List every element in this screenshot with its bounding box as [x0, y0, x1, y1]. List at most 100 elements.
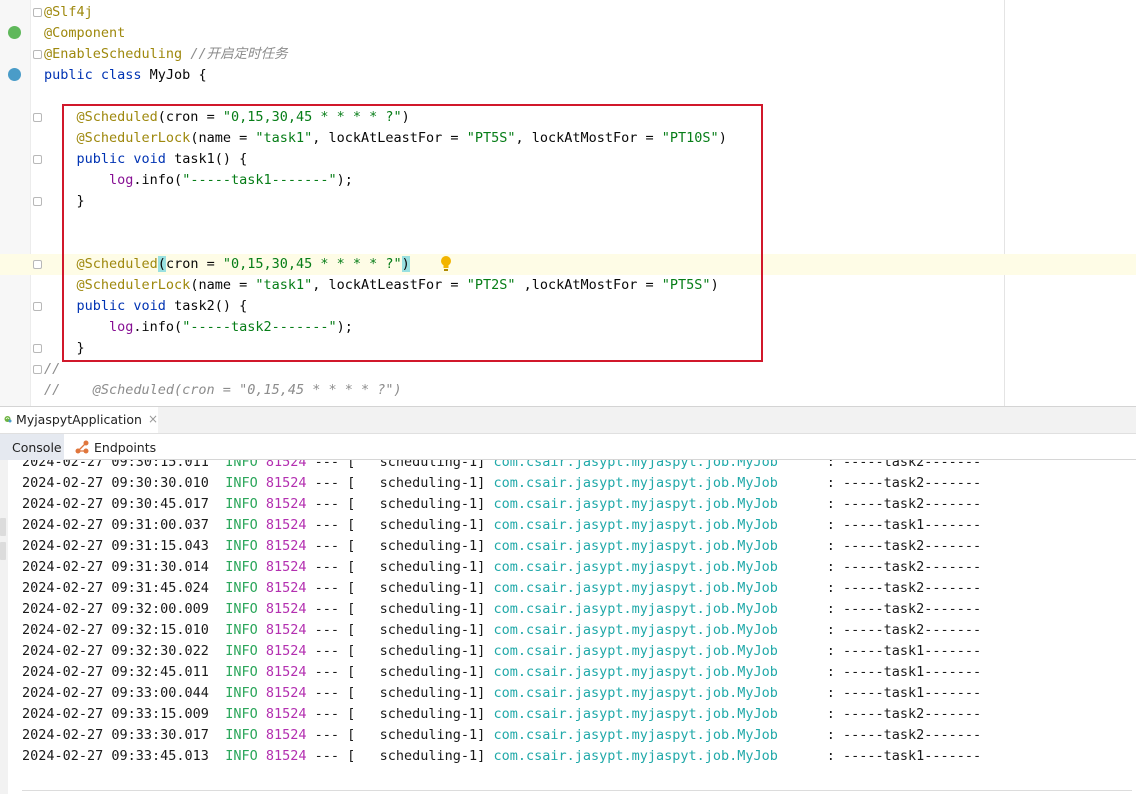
- log-token: ---: [306, 580, 348, 596]
- code-line[interactable]: @Component: [44, 23, 125, 44]
- console-divider: [22, 790, 1132, 791]
- highlight-box: [62, 104, 763, 362]
- fold-marker-icon[interactable]: [33, 8, 42, 17]
- log-line: 2024-02-27 09:31:45.024 INFO 81524 --- […: [22, 578, 981, 599]
- log-token: [ scheduling-1]: [347, 538, 486, 554]
- fold-marker-icon[interactable]: [33, 344, 42, 353]
- log-token: ---: [306, 706, 348, 722]
- log-token: -----task1-------: [842, 643, 982, 659]
- log-token: :: [777, 748, 843, 764]
- log-token: INFO: [225, 538, 258, 554]
- code-token: @Slf4j: [44, 4, 93, 20]
- log-token: 2024-02-27 09:31:45.024: [22, 580, 226, 596]
- log-token: com.csair.jasypt.myjaspyt.job.MyJob: [493, 460, 778, 470]
- log-line: 2024-02-27 09:32:30.022 INFO 81524 --- […: [22, 641, 981, 662]
- log-token: 81524: [265, 496, 307, 512]
- log-token: 2024-02-27 09:31:15.043: [22, 538, 226, 554]
- code-line[interactable]: //: [44, 359, 60, 380]
- log-line: 2024-02-27 09:31:30.014 INFO 81524 --- […: [22, 557, 981, 578]
- log-token: :: [777, 580, 843, 596]
- code-line[interactable]: // @Scheduled(cron = "0,15,45 * * * * ?"…: [44, 380, 402, 401]
- log-token: [ scheduling-1]: [347, 601, 486, 617]
- fold-marker-icon[interactable]: [33, 365, 42, 374]
- log-token: INFO: [225, 685, 258, 701]
- bean-icon[interactable]: [8, 26, 21, 39]
- log-token: ---: [306, 643, 348, 659]
- log-token: :: [777, 496, 843, 512]
- scroll-marker: [0, 518, 6, 536]
- code-token: //: [44, 361, 61, 377]
- log-token: ---: [306, 685, 348, 701]
- log-line: 2024-02-27 09:30:45.017 INFO 81524 --- […: [22, 494, 981, 515]
- log-token: 81524: [265, 685, 307, 701]
- log-token: -----task2-------: [842, 559, 982, 575]
- log-token: INFO: [225, 517, 258, 533]
- console-output[interactable]: 2024-02-27 09:30:15.011 INFO 81524 --- […: [0, 460, 1136, 794]
- log-token: [258, 580, 266, 596]
- log-token: [ scheduling-1]: [347, 559, 486, 575]
- log-token: INFO: [225, 460, 258, 470]
- log-token: 81524: [265, 727, 307, 743]
- code-line[interactable]: @EnableScheduling //开启定时任务: [44, 44, 288, 65]
- code-token: public class: [44, 67, 150, 83]
- log-token: 2024-02-27 09:32:45.011: [22, 664, 226, 680]
- log-token: 2024-02-27 09:33:15.009: [22, 706, 226, 722]
- tab-console[interactable]: Console: [0, 434, 64, 460]
- tab-endpoints[interactable]: Endpoints: [74, 434, 156, 460]
- code-token: @Component: [44, 25, 126, 41]
- tab-endpoints-label: Endpoints: [94, 439, 157, 455]
- log-token: INFO: [225, 601, 258, 617]
- code-line[interactable]: @Slf4j: [44, 2, 93, 23]
- log-token: com.csair.jasypt.myjaspyt.job.MyJob: [493, 664, 778, 680]
- log-token: [ scheduling-1]: [347, 685, 486, 701]
- log-token: 81524: [265, 580, 307, 596]
- fold-marker-icon[interactable]: [33, 197, 42, 206]
- log-line: 2024-02-27 09:31:00.037 INFO 81524 --- […: [22, 515, 981, 536]
- log-token: -----task2-------: [842, 622, 982, 638]
- fold-marker-icon[interactable]: [33, 113, 42, 122]
- log-line: 2024-02-27 09:32:45.011 INFO 81524 --- […: [22, 662, 981, 683]
- log-token: INFO: [225, 496, 258, 512]
- log-token: 2024-02-27 09:32:15.010: [22, 622, 226, 638]
- log-token: [ scheduling-1]: [347, 706, 486, 722]
- fold-column: [30, 0, 31, 406]
- fold-marker-icon[interactable]: [33, 302, 42, 311]
- log-token: :: [777, 538, 843, 554]
- code-line[interactable]: public class MyJob {: [44, 65, 207, 86]
- fold-marker-icon[interactable]: [33, 155, 42, 164]
- log-token: 81524: [265, 643, 307, 659]
- log-token: -----task2-------: [842, 580, 982, 596]
- log-token: 2024-02-27 09:33:00.044: [22, 685, 226, 701]
- log-token: :: [777, 622, 843, 638]
- code-editor[interactable]: @Slf4j @Component @EnableScheduling //开启定时…: [0, 0, 1136, 406]
- log-token: 2024-02-27 09:30:30.010: [22, 475, 226, 491]
- log-token: com.csair.jasypt.myjaspyt.job.MyJob: [493, 559, 778, 575]
- log-token: 81524: [265, 460, 307, 470]
- right-margin-guide: [1004, 0, 1005, 406]
- line-gutter[interactable]: [0, 0, 30, 406]
- log-token: com.csair.jasypt.myjaspyt.job.MyJob: [493, 517, 778, 533]
- run-tab[interactable]: MyjaspytApplication ×: [0, 407, 158, 433]
- log-token: ---: [306, 664, 348, 680]
- fold-marker-icon[interactable]: [33, 260, 42, 269]
- log-token: [258, 601, 266, 617]
- log-token: [258, 664, 266, 680]
- log-token: 81524: [265, 664, 307, 680]
- log-token: -----task2-------: [842, 727, 982, 743]
- console-gutter: [0, 460, 8, 794]
- log-token: 81524: [265, 559, 307, 575]
- log-token: [258, 685, 266, 701]
- log-token: ---: [306, 460, 348, 470]
- code-token: @EnableScheduling: [44, 46, 183, 62]
- log-token: 2024-02-27 09:32:00.009: [22, 601, 226, 617]
- close-icon[interactable]: ×: [148, 412, 158, 426]
- bean-class-icon[interactable]: [8, 68, 21, 81]
- log-token: [ scheduling-1]: [347, 580, 486, 596]
- log-token: ---: [306, 559, 348, 575]
- log-token: com.csair.jasypt.myjaspyt.job.MyJob: [493, 706, 778, 722]
- spring-boot-run-icon: [4, 415, 12, 423]
- log-token: 81524: [265, 706, 307, 722]
- log-token: ---: [306, 622, 348, 638]
- log-line: 2024-02-27 09:31:15.043 INFO 81524 --- […: [22, 536, 981, 557]
- fold-marker-icon[interactable]: [33, 50, 42, 59]
